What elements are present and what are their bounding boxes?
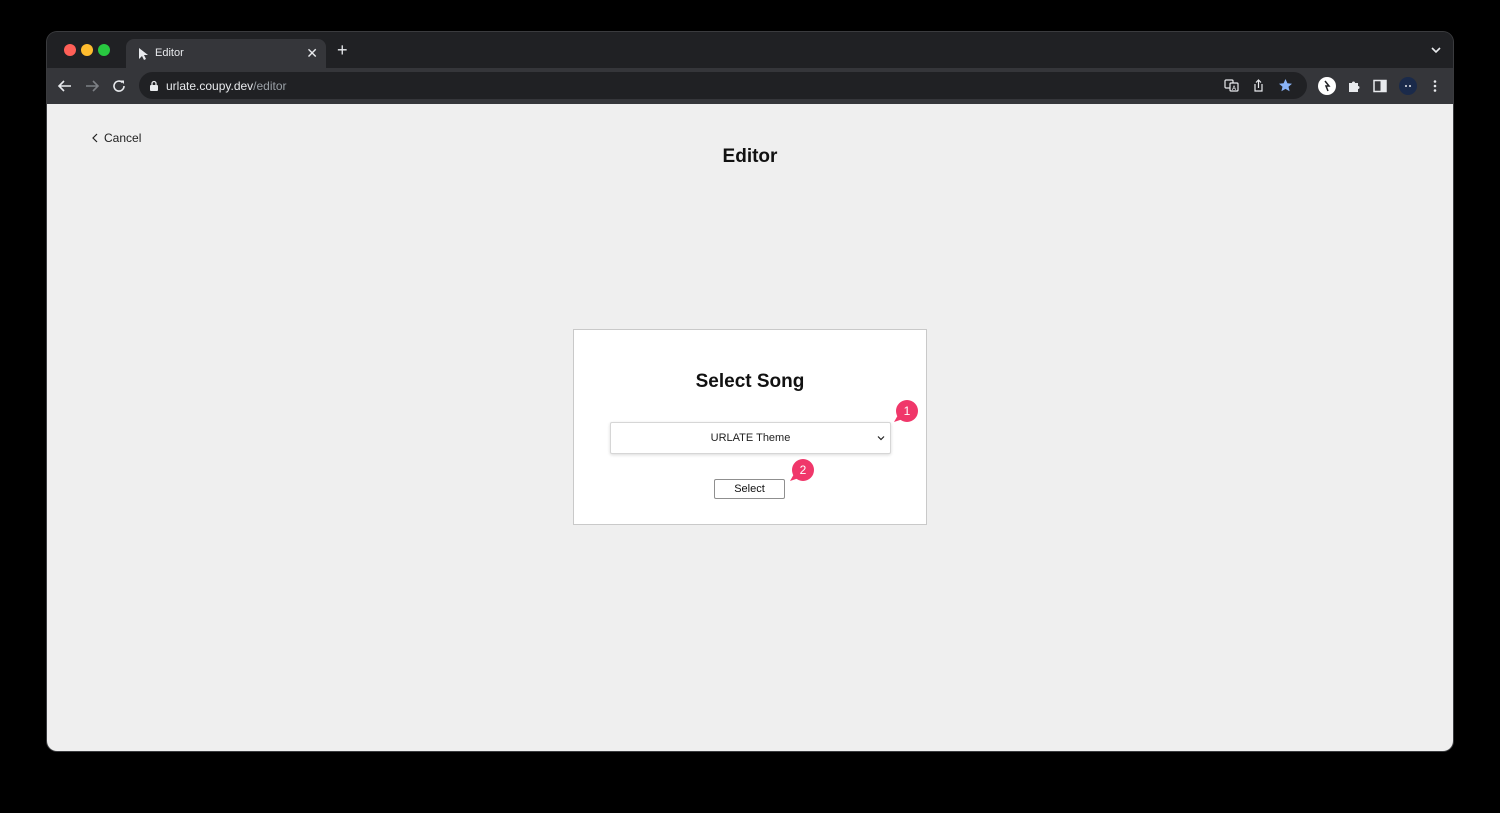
- minimize-window-button[interactable]: [81, 44, 93, 56]
- tab-title: Editor: [155, 47, 184, 59]
- chevron-left-icon: [92, 133, 98, 143]
- bookmark-star-icon[interactable]: [1278, 78, 1293, 93]
- extension-profile-icon[interactable]: [1318, 77, 1336, 95]
- dialog-title: Select Song: [695, 371, 805, 392]
- address-bar[interactable]: urlate.coupy.dev/editor A: [139, 72, 1307, 99]
- song-select[interactable]: URLATE Theme: [610, 422, 891, 454]
- share-icon[interactable]: [1251, 78, 1266, 93]
- close-icon[interactable]: ✕: [306, 45, 318, 61]
- avatar[interactable]: [1399, 77, 1417, 95]
- tab-strip: Editor ✕ +: [47, 32, 1453, 69]
- annotation-marker-1: 1: [894, 400, 918, 424]
- side-panel-icon[interactable]: [1372, 78, 1388, 94]
- back-arrow-icon[interactable]: [57, 78, 73, 94]
- close-window-button[interactable]: [64, 44, 76, 56]
- annotation-number: 2: [799, 463, 807, 477]
- cancel-link[interactable]: Cancel: [91, 131, 141, 145]
- cursor-icon: [139, 48, 148, 60]
- cancel-label: Cancel: [104, 131, 142, 145]
- reload-icon[interactable]: [111, 78, 127, 94]
- song-select-value: URLATE Theme: [710, 432, 791, 444]
- maximize-window-button[interactable]: [98, 44, 110, 56]
- page-title: Editor: [722, 146, 778, 167]
- browser-tab[interactable]: Editor ✕: [126, 39, 326, 69]
- puzzle-extensions-icon[interactable]: [1346, 78, 1362, 94]
- lock-icon[interactable]: [149, 80, 159, 91]
- page-content: Cancel Editor Select Song URLATE Theme S…: [47, 104, 1453, 751]
- annotation-marker-2: 2: [790, 459, 814, 483]
- kebab-menu-icon[interactable]: [1427, 78, 1443, 94]
- chevron-down-icon[interactable]: [1431, 45, 1441, 55]
- select-button[interactable]: Select: [714, 479, 785, 499]
- new-tab-button[interactable]: +: [337, 41, 348, 59]
- select-song-dialog: Select Song URLATE Theme Select: [573, 329, 927, 525]
- translate-icon[interactable]: A: [1224, 78, 1239, 93]
- browser-window: Editor ✕ + urlate.coupy.dev/editor A Can…: [47, 32, 1453, 751]
- browser-toolbar: urlate.coupy.dev/editor A: [47, 68, 1453, 104]
- forward-arrow-icon[interactable]: [84, 78, 100, 94]
- url-text: urlate.coupy.dev/editor: [166, 79, 287, 93]
- chevron-down-icon: [877, 436, 885, 441]
- annotation-number: 1: [903, 404, 911, 418]
